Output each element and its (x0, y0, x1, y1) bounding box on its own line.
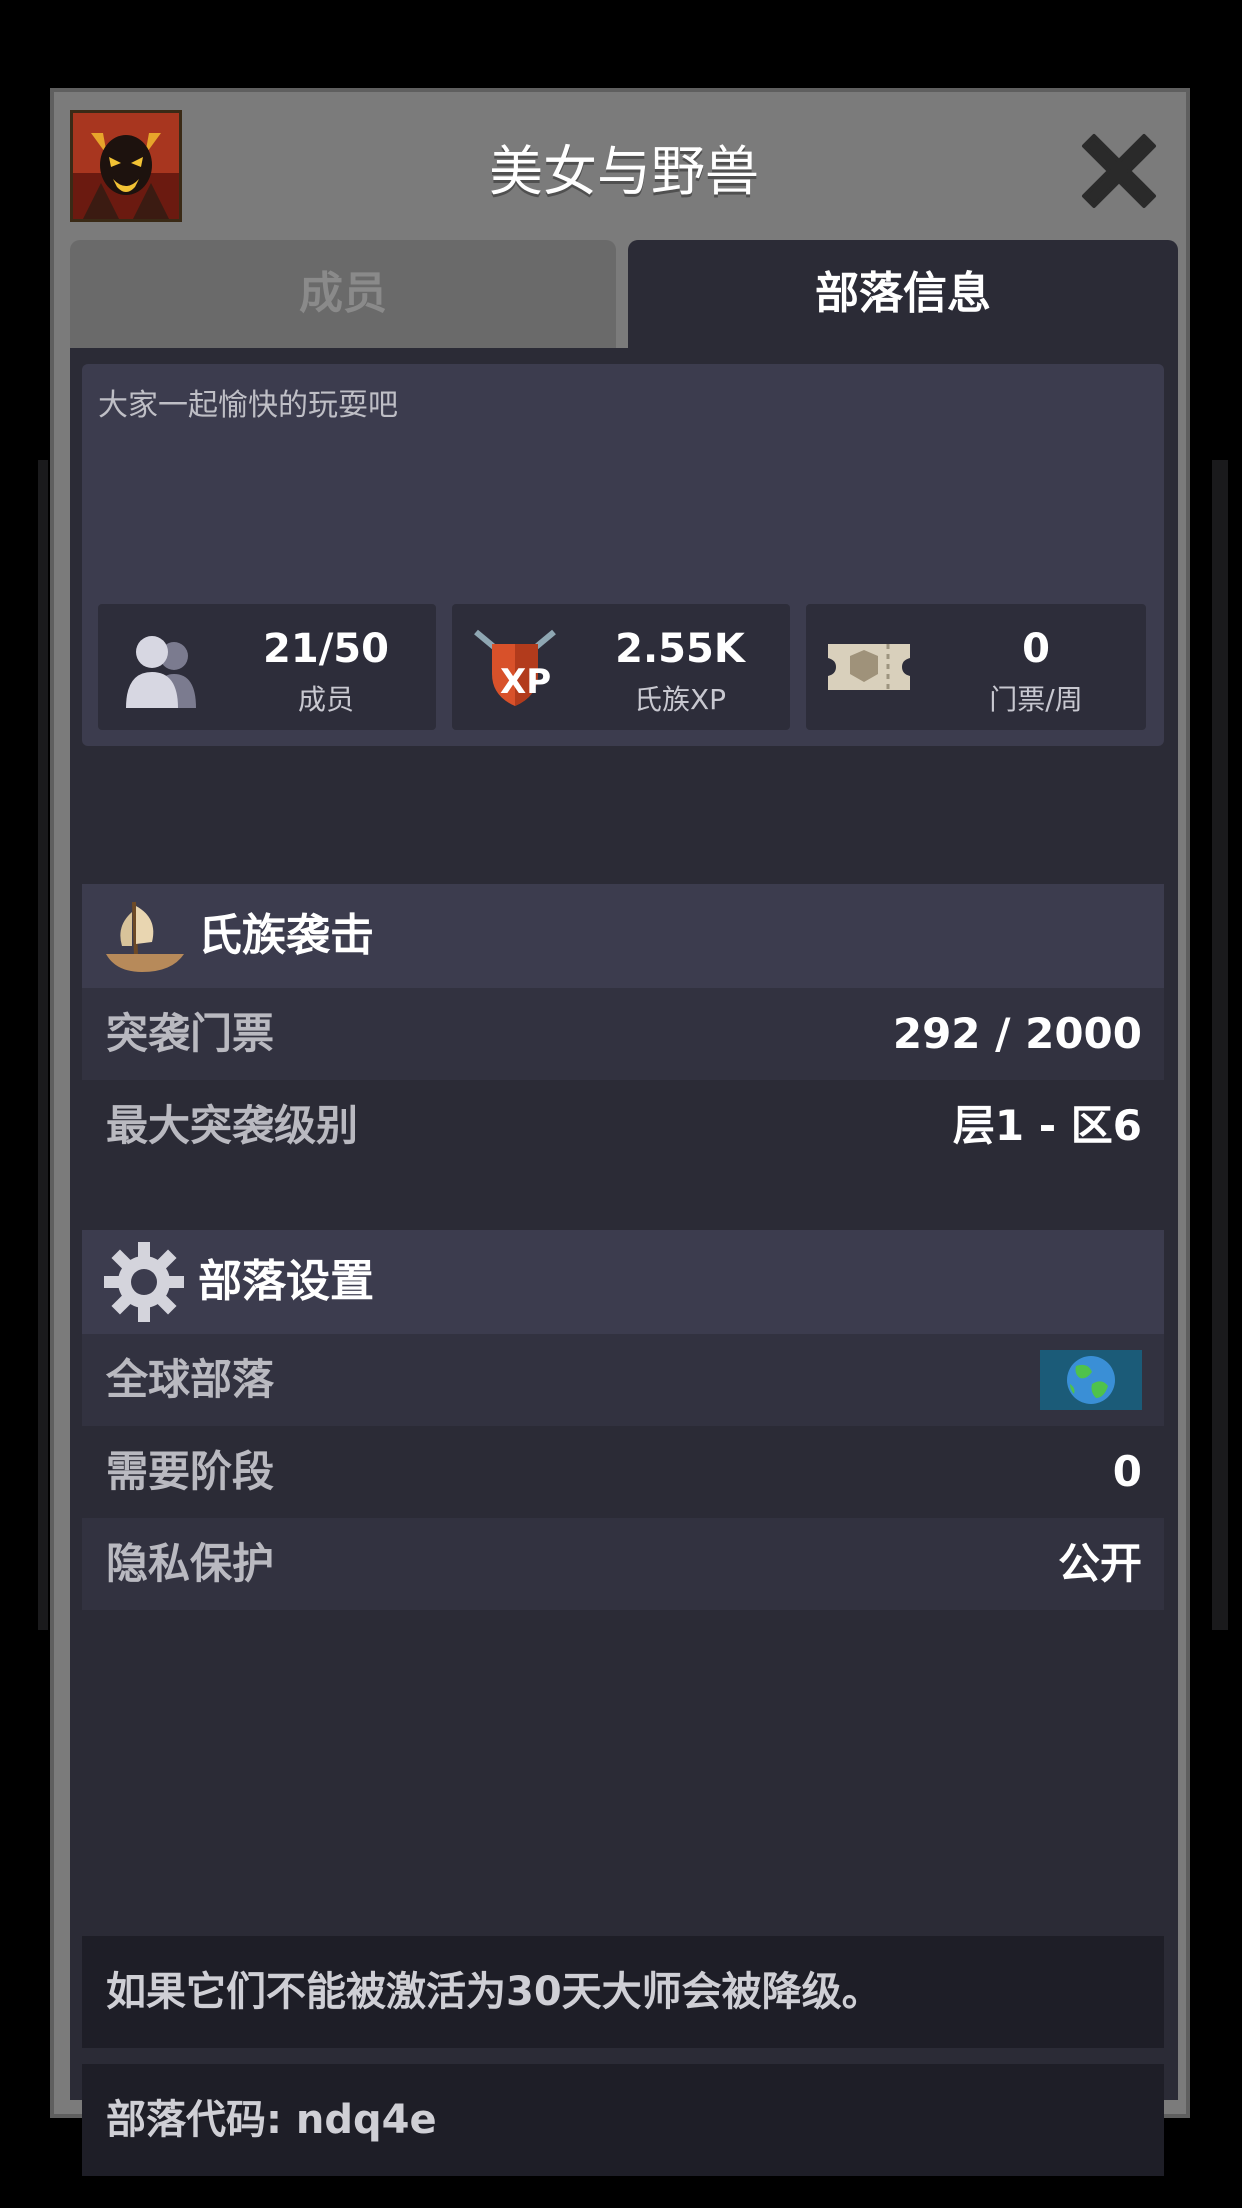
clan-title: 美女与野兽 (489, 140, 759, 203)
stat-tickets-value: 0 (1022, 626, 1050, 672)
demotion-note-box: 如果它们不能被激活为30天大师会被降级。 (82, 1936, 1164, 2048)
raid-tickets-label: 突袭门票 (106, 1009, 275, 1058)
raid-tickets-value: 292 / 2000 (892, 1009, 1142, 1058)
global-clan-row: 全球部落 (82, 1334, 1164, 1426)
clan-info-dialog: 美女与野兽 成员 部落信息 大家一起愉快的玩耍吧 21/50 成员 XP 2.5… (50, 88, 1190, 2176)
stat-tickets-per-week: 0 门票/周 (806, 604, 1146, 730)
clan-description: 大家一起愉快的玩耍吧 (98, 388, 398, 423)
max-raid-level-value: 层1 - 区6 (952, 1101, 1142, 1150)
demon-avatar-icon[interactable] (70, 110, 182, 222)
privacy-label: 隐私保护 (106, 1539, 275, 1588)
stat-members-label: 成员 (297, 683, 354, 716)
demotion-note: 如果它们不能被激活为30天大师会被降级。 (106, 1969, 882, 2015)
globe-icon (1040, 1350, 1142, 1410)
global-clan-label: 全球部落 (106, 1355, 275, 1404)
settings-section-title: 部落设置 (198, 1256, 374, 1307)
close-button[interactable] (1076, 128, 1162, 214)
privacy-value: 公开 (1057, 1539, 1142, 1588)
max-raid-level-label: 最大突袭级别 (106, 1101, 359, 1150)
clan-description-box: 大家一起愉快的玩耍吧 21/50 成员 XP 2.55K 氏族XP 0 门票/周 (82, 364, 1164, 746)
stat-xp-label: 氏族XP (633, 683, 727, 716)
required-stage-value: 0 (1112, 1447, 1142, 1496)
members-icon (116, 622, 206, 712)
xp-icon-text: XP (500, 662, 552, 702)
ticket-icon (824, 622, 914, 712)
settings-section-header: 部落设置 (82, 1230, 1164, 1334)
background-edge-right (1212, 460, 1228, 1630)
privacy-row: 隐私保护 公开 (82, 1518, 1164, 1610)
tab-clan-info[interactable]: 部落信息 (628, 240, 1178, 348)
close-icon (1082, 134, 1156, 208)
raid-section-header: 氏族袭击 (82, 884, 1164, 988)
ship-icon (102, 894, 186, 978)
raid-tickets-row: 突袭门票 292 / 2000 (82, 988, 1164, 1080)
raid-section-title: 氏族袭击 (198, 910, 374, 961)
clan-code-box: 部落代码: ndq4e (82, 2064, 1164, 2176)
clan-info-content: 大家一起愉快的玩耍吧 21/50 成员 XP 2.55K 氏族XP 0 门票/周… (70, 348, 1178, 2176)
stat-members-value: 21/50 (263, 626, 389, 672)
background-edge-left (38, 460, 48, 1630)
stat-clan-xp: XP 2.55K 氏族XP (452, 604, 790, 730)
stat-xp-value: 2.55K (615, 626, 745, 672)
max-raid-level-row: 最大突袭级别 层1 - 区6 (82, 1080, 1164, 1172)
tab-members[interactable]: 成员 (70, 240, 616, 348)
gear-icon (102, 1240, 186, 1324)
stat-tickets-label: 门票/周 (989, 683, 1083, 716)
stat-members: 21/50 成员 (98, 604, 436, 730)
clan-code[interactable]: 部落代码: ndq4e (106, 2064, 437, 2176)
required-stage-row: 需要阶段 0 (82, 1426, 1164, 1518)
xp-shield-icon: XP (470, 622, 560, 712)
required-stage-label: 需要阶段 (106, 1447, 275, 1496)
